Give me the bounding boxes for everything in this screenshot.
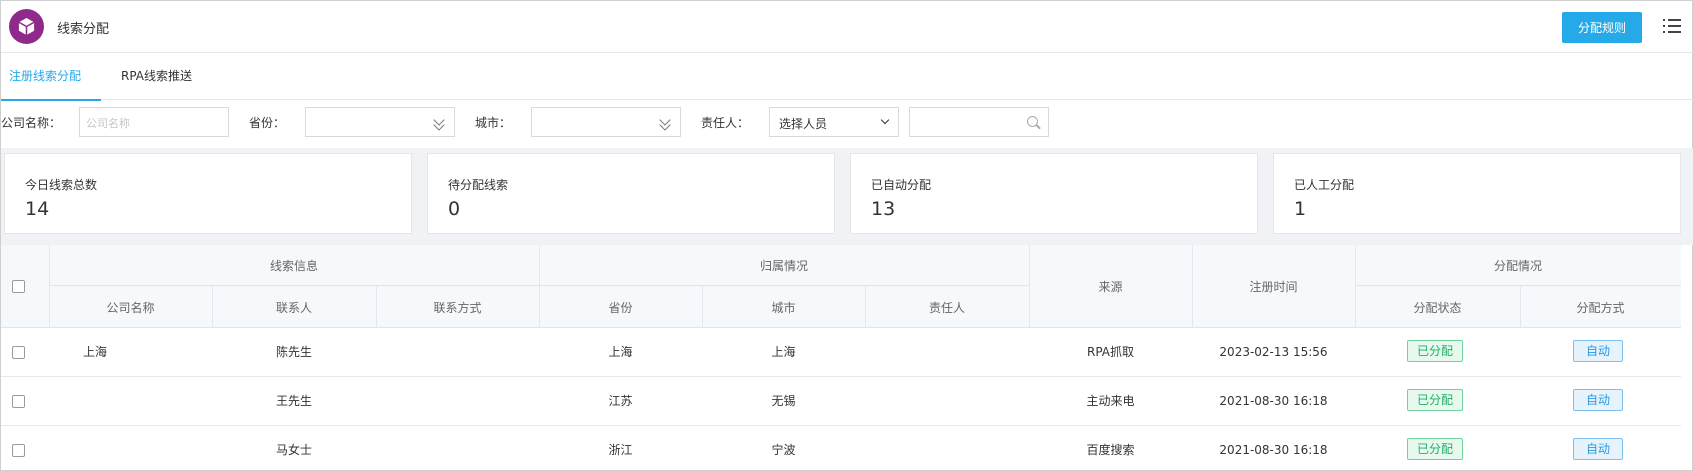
cell-phone xyxy=(376,328,539,377)
status-badge: 已分配 xyxy=(1407,340,1463,362)
column-header-contact[interactable]: 联系人 xyxy=(212,286,376,328)
group-header-assignment: 分配情况 xyxy=(1493,258,1542,273)
stat-label: 今日线索总数 xyxy=(25,178,98,192)
column-header-owner[interactable]: 责任人 xyxy=(865,286,1029,328)
select-all-checkbox[interactable] xyxy=(12,280,25,293)
cell-city: 上海 xyxy=(771,345,796,359)
column-header-method[interactable]: 分配方式 xyxy=(1520,286,1681,328)
cell-phone xyxy=(376,377,539,426)
filter-bar: 公司名称： 公司名称 省份： 城市： 责任人： 选择人员 xyxy=(1,100,1693,148)
group-header-ownership: 归属情况 xyxy=(759,258,808,273)
table-row[interactable]: 上海 陈先生 上海 上海 RPA抓取 2023-02-13 15:56 已分配 … xyxy=(1,328,1681,377)
row-checkbox[interactable] xyxy=(12,395,25,408)
page-title: 线索分配 xyxy=(57,22,110,37)
owner-filter-label: 责任人： xyxy=(701,116,750,130)
status-badge: 已分配 xyxy=(1407,438,1463,460)
method-badge: 自动 xyxy=(1573,438,1623,460)
stat-label: 已人工分配 xyxy=(1294,178,1355,192)
table-header: 线索信息 归属情况 来源 注册时间 分配情况 公司名称 联系人 联系方式 省份 … xyxy=(1,245,1681,328)
stats-panel: 今日线索总数 14 待分配线索 0 已自动分配 13 已人工分配 1 xyxy=(1,148,1693,245)
cell-province: 上海 xyxy=(608,345,633,359)
company-filter-label: 公司名称： xyxy=(1,116,62,130)
stat-value: 0 xyxy=(448,198,461,220)
company-search-input[interactable]: 公司名称 xyxy=(79,107,229,137)
app-window: 线索分配 分配规则 注册线索分配 RPA线索推送 公司名称： 公司名称 省份： … xyxy=(0,0,1693,471)
stat-label: 待分配线索 xyxy=(448,178,509,192)
column-header-status[interactable]: 分配状态 xyxy=(1355,286,1520,328)
stat-label: 已自动分配 xyxy=(871,178,932,192)
owner-select[interactable]: 选择人员 xyxy=(769,107,899,137)
table-row[interactable]: 王先生 江苏 无锡 主动来电 2021-08-30 16:18 已分配 自动 xyxy=(1,377,1681,426)
cell-contact: 马女士 xyxy=(275,443,312,457)
cell-city: 无锡 xyxy=(771,394,796,408)
row-checkbox[interactable] xyxy=(12,346,25,359)
cell-register-time: 2021-08-30 16:18 xyxy=(1219,394,1328,408)
cell-city: 宁波 xyxy=(771,443,796,457)
chevron-down-icon xyxy=(880,115,890,125)
list-menu-icon[interactable] xyxy=(1663,18,1681,34)
cell-owner xyxy=(865,426,1029,471)
group-header-lead-info: 线索信息 xyxy=(269,258,318,273)
company-placeholder: 公司名称 xyxy=(86,117,130,130)
tab-rpa-leads[interactable]: RPA线索推送 xyxy=(121,53,192,100)
double-chevron-down-icon xyxy=(433,114,447,132)
owner-select-value: 选择人员 xyxy=(779,117,828,131)
header-bar: 线索分配 分配规则 xyxy=(1,1,1693,53)
cell-contact: 王先生 xyxy=(275,394,312,408)
column-header-source: 来源 xyxy=(1098,280,1123,294)
method-badge: 自动 xyxy=(1573,389,1623,411)
cell-register-time: 2023-02-13 15:56 xyxy=(1219,345,1328,359)
stat-value: 1 xyxy=(1294,198,1307,220)
stat-card-manual-assigned: 已人工分配 1 xyxy=(1273,153,1681,234)
assignment-rules-button[interactable]: 分配规则 xyxy=(1562,12,1642,43)
column-header-company[interactable]: 公司名称 xyxy=(49,286,212,328)
cell-company: 上海 xyxy=(83,345,108,359)
cell-owner xyxy=(865,377,1029,426)
stat-value: 14 xyxy=(25,198,50,220)
cell-register-time: 2021-08-30 16:18 xyxy=(1219,443,1328,457)
stat-card-auto-assigned: 已自动分配 13 xyxy=(850,153,1258,234)
status-badge: 已分配 xyxy=(1407,389,1463,411)
leads-table: 线索信息 归属情况 来源 注册时间 分配情况 公司名称 联系人 联系方式 省份 … xyxy=(1,245,1693,471)
cell-phone xyxy=(376,426,539,471)
city-filter-label: 城市： xyxy=(475,116,512,130)
tab-register-leads[interactable]: 注册线索分配 xyxy=(0,53,102,101)
stat-card-total-today: 今日线索总数 14 xyxy=(4,153,412,234)
stat-card-pending: 待分配线索 0 xyxy=(427,153,835,234)
province-select[interactable] xyxy=(305,107,455,137)
column-header-register-time: 注册时间 xyxy=(1249,280,1298,294)
column-header-city[interactable]: 城市 xyxy=(702,286,865,328)
cell-source: 主动来电 xyxy=(1086,394,1135,408)
keyword-search-input[interactable] xyxy=(909,107,1049,137)
cell-province: 江苏 xyxy=(608,394,633,408)
column-header-province[interactable]: 省份 xyxy=(539,286,702,328)
province-filter-label: 省份： xyxy=(249,116,286,130)
method-badge: 自动 xyxy=(1573,340,1623,362)
cell-source: RPA抓取 xyxy=(1086,345,1135,359)
cube-icon xyxy=(18,17,35,36)
column-header-phone[interactable]: 联系方式 xyxy=(376,286,539,328)
tab-bar: 注册线索分配 RPA线索推送 xyxy=(0,53,1693,101)
search-icon[interactable] xyxy=(1027,116,1038,127)
cell-owner xyxy=(865,328,1029,377)
cell-province: 浙江 xyxy=(608,443,633,457)
stat-value: 13 xyxy=(871,198,896,220)
row-checkbox[interactable] xyxy=(12,444,25,457)
city-select[interactable] xyxy=(531,107,681,137)
cell-contact: 陈先生 xyxy=(275,345,312,359)
double-chevron-down-icon xyxy=(659,114,673,132)
table-row[interactable]: 马女士 浙江 宁波 百度搜索 2021-08-30 16:18 已分配 自动 xyxy=(1,426,1681,471)
cell-source: 百度搜索 xyxy=(1086,443,1135,457)
app-logo xyxy=(9,9,44,44)
